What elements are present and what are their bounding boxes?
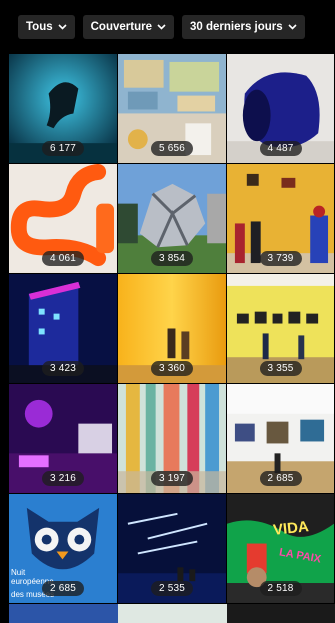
post-tile[interactable]: 4 487: [227, 54, 335, 164]
filter-bar: Tous Couverture 30 derniers jours: [0, 0, 335, 54]
post-tile[interactable]: 3 360: [118, 274, 227, 384]
filter-all-label: Tous: [26, 21, 53, 33]
post-tile[interactable]: 2 535: [118, 494, 227, 604]
view-count-badge: 2 518: [259, 581, 302, 596]
poster-text-nuit: Nuit: [11, 568, 26, 577]
view-count-badge: 6 177: [41, 141, 85, 156]
post-tile[interactable]: Nuit européenne des musées 2 685: [9, 494, 118, 604]
post-tile-partial[interactable]: [9, 604, 118, 623]
chevron-down-icon: [157, 24, 166, 30]
filter-coverage-dropdown[interactable]: Couverture: [82, 15, 174, 39]
view-count-badge: 5 656: [150, 141, 194, 156]
view-count-badge: 4 487: [259, 141, 302, 156]
view-count-badge: 2 685: [259, 471, 302, 486]
next-row-partial: [9, 604, 335, 623]
chevron-down-icon: [58, 24, 67, 30]
post-tile[interactable]: 4 061: [9, 164, 118, 274]
post-tile-partial[interactable]: [227, 604, 335, 623]
posts-grid: 6 177 5 656 4 487 4 061 3 854 3 739 3 42…: [9, 54, 335, 604]
view-count-badge: 3 360: [150, 361, 194, 376]
post-tile[interactable]: 6 177: [9, 54, 118, 164]
view-count-badge: 3 739: [259, 251, 302, 266]
post-tile[interactable]: 3 197: [118, 384, 227, 494]
view-count-badge: 3 216: [41, 471, 85, 486]
post-tile[interactable]: 3 854: [118, 164, 227, 274]
post-tile[interactable]: VIDA LA PAIX 2 518: [227, 494, 335, 604]
post-tile[interactable]: 2 685: [227, 384, 335, 494]
post-tile[interactable]: 3 423: [9, 274, 118, 384]
post-tile[interactable]: 3 355: [227, 274, 335, 384]
view-count-badge: 3 854: [150, 251, 194, 266]
filter-coverage-label: Couverture: [90, 21, 152, 33]
filter-period-dropdown[interactable]: 30 derniers jours: [181, 15, 305, 39]
post-tile-partial[interactable]: [118, 604, 227, 623]
chevron-down-icon: [288, 24, 297, 30]
view-count-badge: 3 423: [41, 361, 85, 376]
view-count-badge: 4 061: [41, 251, 85, 266]
view-count-badge: 3 197: [150, 471, 194, 486]
filter-all-dropdown[interactable]: Tous: [18, 15, 75, 39]
post-tile[interactable]: 5 656: [118, 54, 227, 164]
post-tile[interactable]: 3 216: [9, 384, 118, 494]
post-tile[interactable]: 3 739: [227, 164, 335, 274]
view-count-badge: 2 535: [150, 581, 194, 596]
filter-period-label: 30 derniers jours: [189, 21, 283, 33]
view-count-badge: 3 355: [259, 361, 302, 376]
view-count-badge: 2 685: [41, 581, 85, 596]
